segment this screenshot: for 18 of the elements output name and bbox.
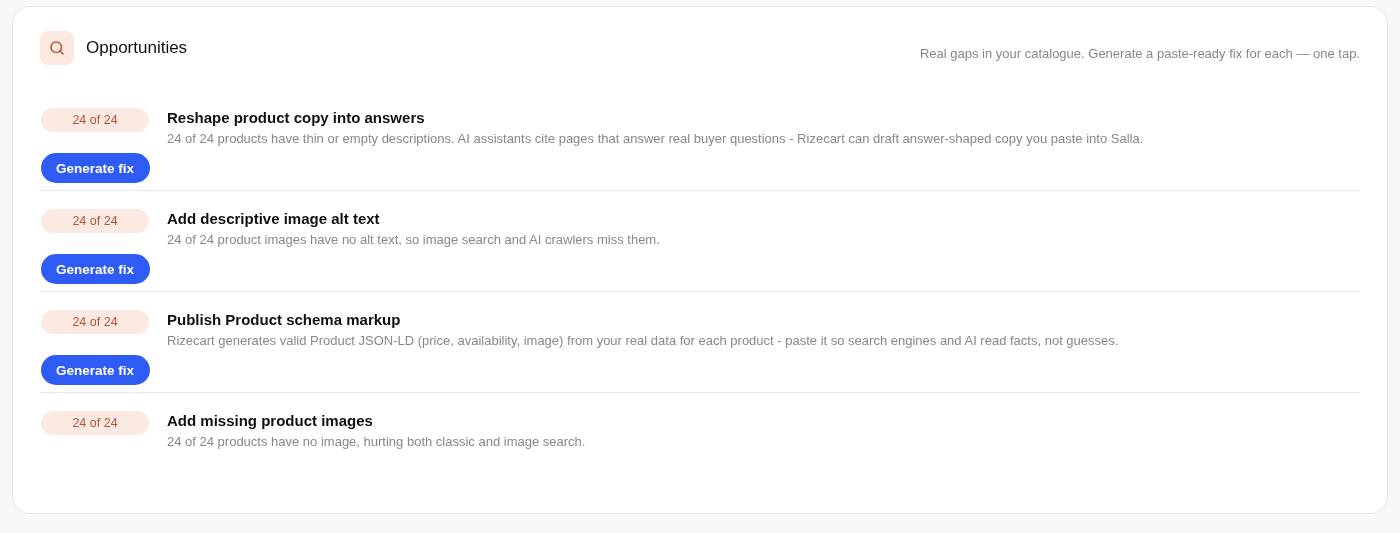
count-badge: 24 of 24 — [41, 411, 149, 435]
generate-fix-button[interactable]: Generate fix — [40, 153, 150, 183]
opportunity-title: Add descriptive image alt text — [167, 210, 381, 227]
section-subtitle: Real gaps in your catalogue. Generate a paste-ready fix for each — one tap. — [919, 45, 1360, 61]
search-icon — [40, 31, 74, 65]
count-badge: 24 of 24 — [41, 108, 149, 132]
opportunity-title: Reshape product copy into answers — [167, 109, 426, 126]
count-badge: 24 of 24 — [41, 310, 149, 334]
opportunity-description: 24 of 24 products have thin or empty descriptions. AI assistants cite pages that answer real buyer questions - Rizecart can draft answer-shaped copy you paste into Salla. — [167, 130, 1144, 148]
opportunity-description: 24 of 24 products have no image, hurting both classic and image search. — [167, 433, 586, 451]
section-title: Opportunities — [86, 38, 189, 58]
generate-fix-button[interactable]: Generate fix — [40, 355, 150, 385]
count-badge: 24 of 24 — [41, 209, 149, 233]
opportunity-description: Rizecart generates valid Product JSON-LD (price, availability, image) from your real data for each product - paste it so search engines and AI read facts, not guesses. — [167, 332, 1119, 350]
opportunity-title: Add missing product images — [167, 412, 374, 429]
opportunity-description: 24 of 24 product images have no alt text, so image search and AI crawlers miss them. — [167, 231, 660, 249]
generate-fix-button[interactable]: Generate fix — [40, 254, 150, 284]
opportunity-title: Publish Product schema markup — [167, 311, 402, 328]
